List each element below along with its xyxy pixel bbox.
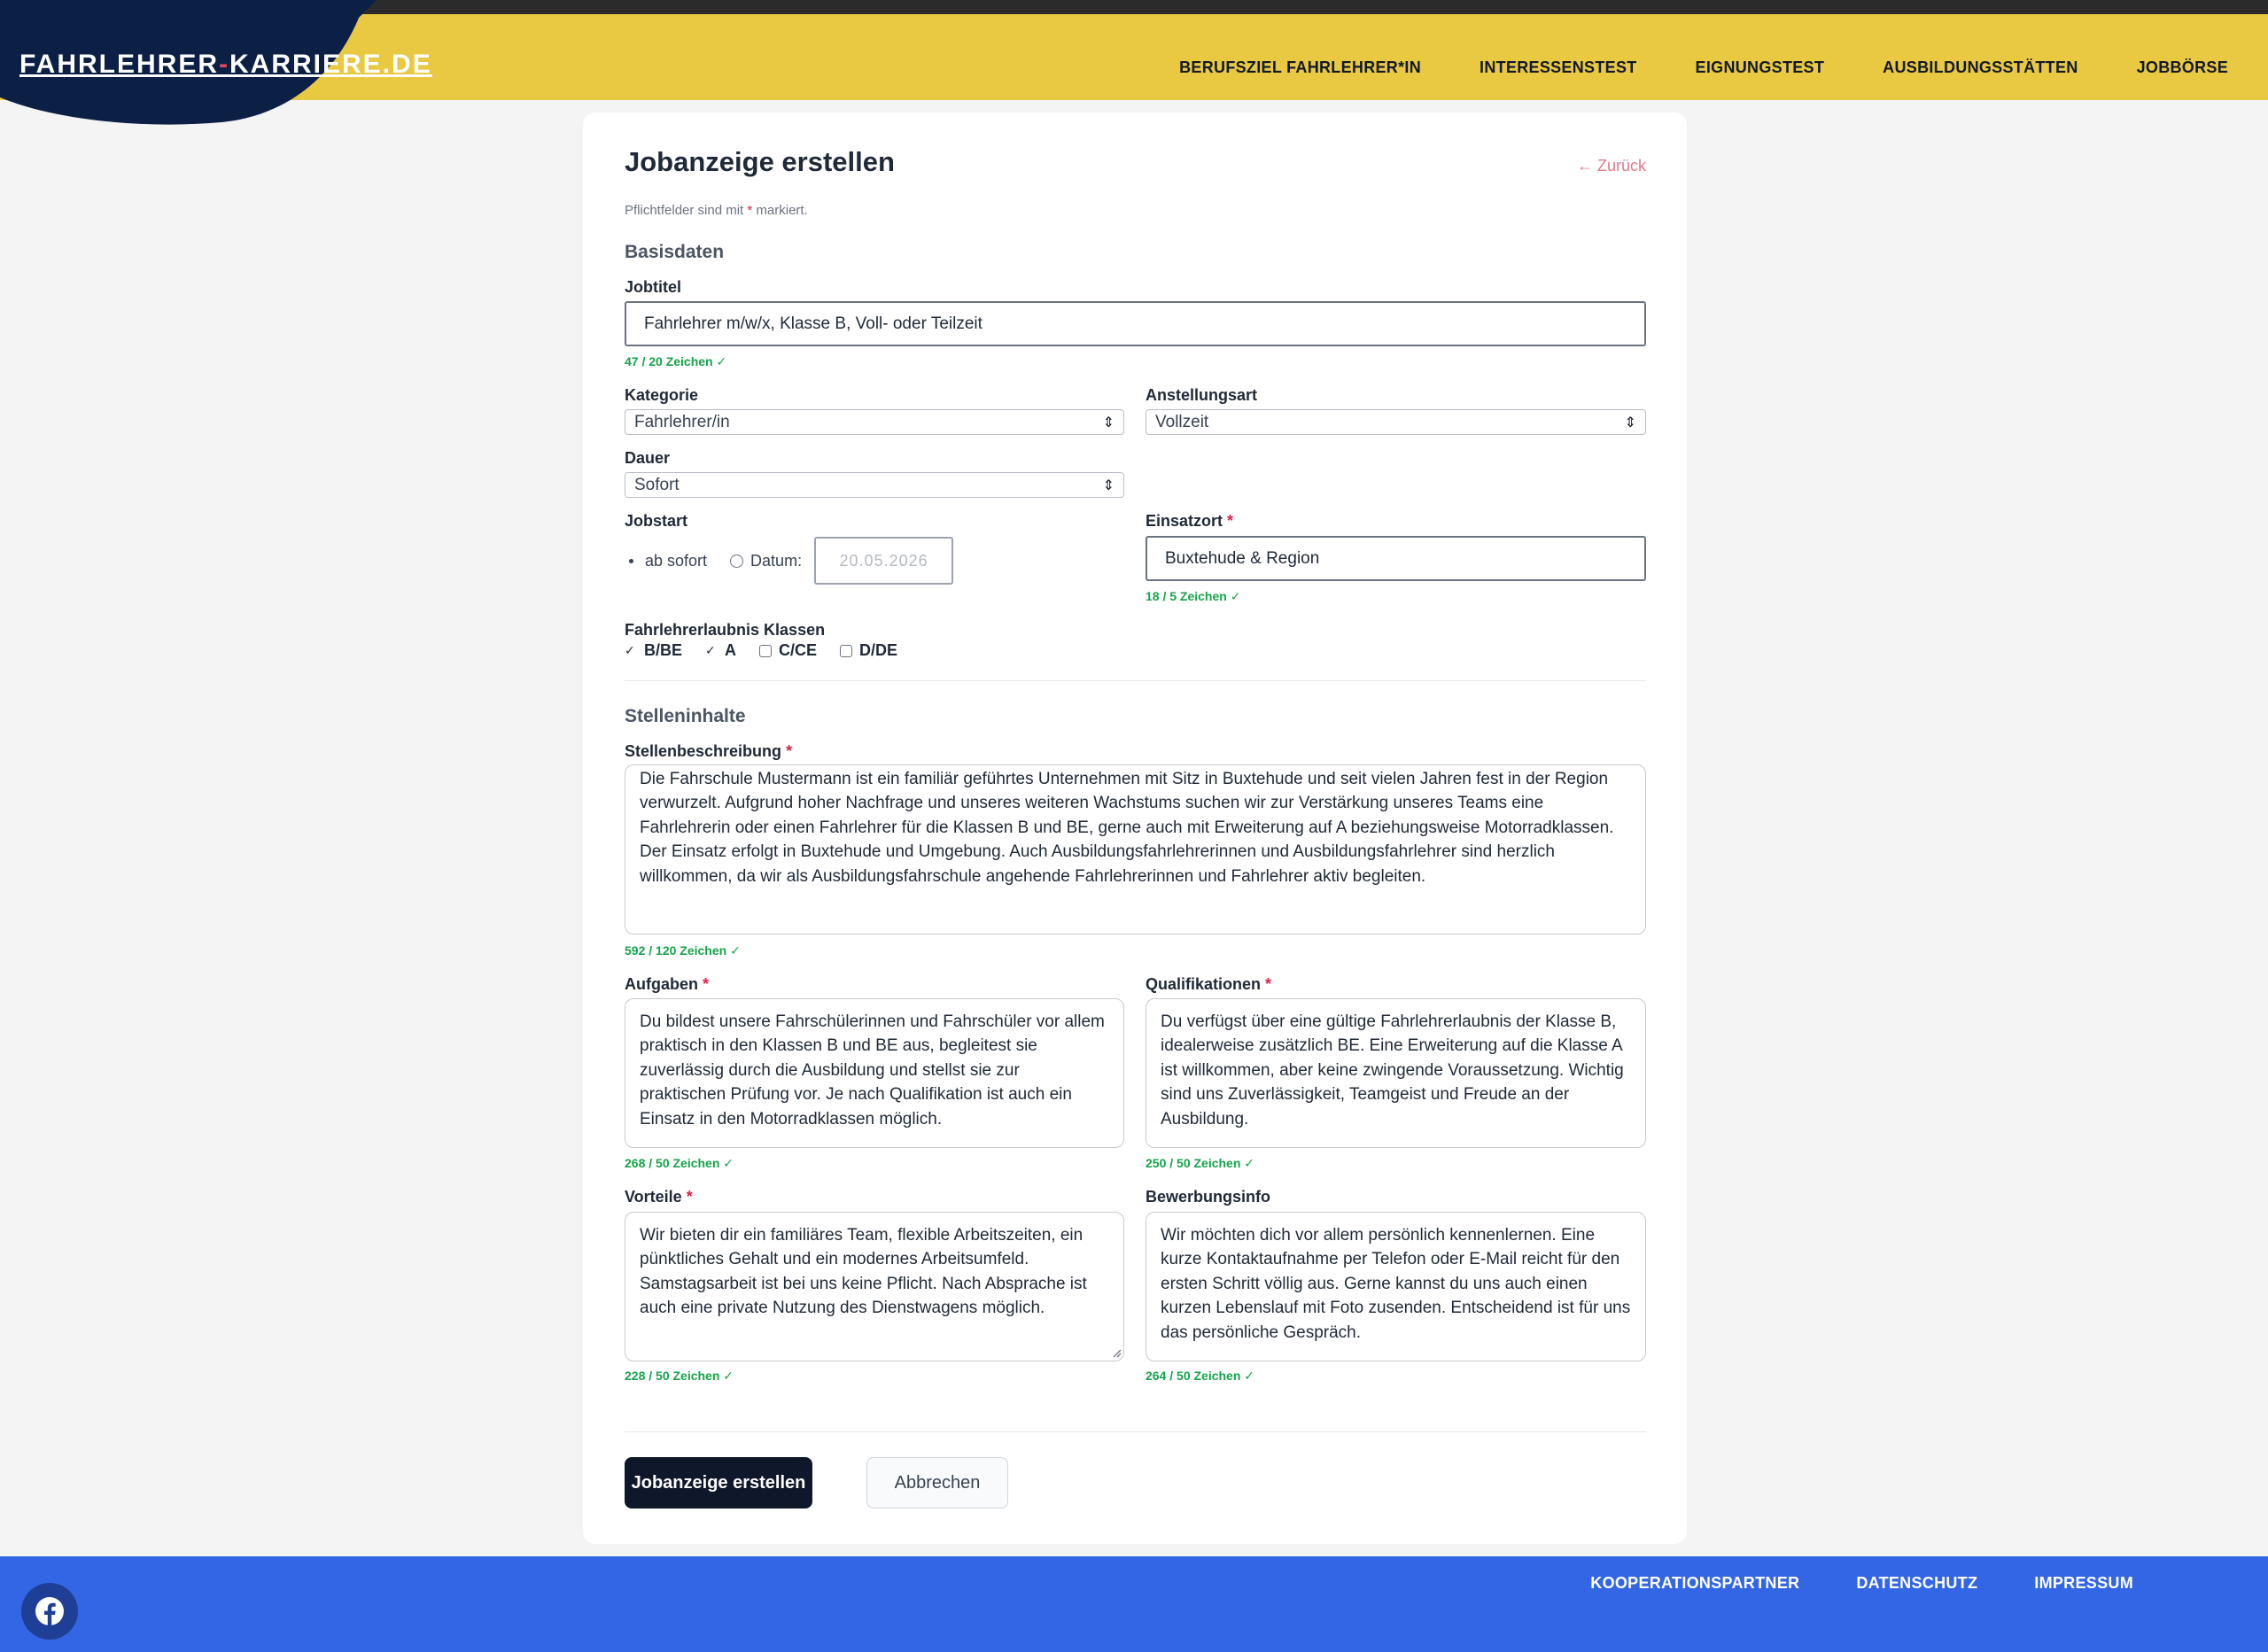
required-star: * bbox=[703, 975, 710, 993]
einsatzort-input[interactable] bbox=[1146, 536, 1646, 581]
radio-ab-sofort[interactable] bbox=[625, 555, 638, 568]
aufgaben-label: Aufgaben * bbox=[625, 975, 709, 994]
dauer-label: Dauer bbox=[625, 449, 671, 467]
qualifikationen-label-text: Qualifikationen bbox=[1146, 975, 1262, 993]
nav-eignungstest[interactable]: EIGNUNGSTEST bbox=[1696, 58, 1825, 77]
required-note-prefix: Pflichtfelder sind mit bbox=[625, 203, 744, 218]
site-footer: KOOPERATIONSPARTNER DATENSCHUTZ IMPRESSU… bbox=[0, 1556, 2268, 1652]
licenses-label: Fahrlehrerlaubnis Klassen bbox=[625, 621, 826, 639]
nav-berufsziel[interactable]: BERUFSZIEL FAHRLEHRER*IN bbox=[1179, 58, 1421, 77]
bewerbungsinfo-count: 264 / 50 Zeichen ✓ bbox=[1146, 1369, 1255, 1383]
qualifikationen-label: Qualifikationen * bbox=[1146, 975, 1271, 994]
license-bbe-checkbox[interactable]: ✓ B/BE bbox=[625, 641, 682, 660]
vorteile-textarea[interactable]: Wir bieten dir ein familiäres Team, flex… bbox=[625, 1212, 1124, 1361]
section-basisdaten: Basisdaten bbox=[625, 242, 725, 262]
resize-handle-icon[interactable] bbox=[1111, 1347, 1122, 1358]
anstellungsart-select[interactable]: Vollzeit ⇕ bbox=[1146, 409, 1646, 435]
license-dde-checkbox[interactable]: D/DE bbox=[840, 641, 897, 660]
site-header: FAHRLEHRER-KARRIERE.DE BERUFSZIEL FAHRLE… bbox=[0, 0, 2268, 125]
vorteile-label-text: Vorteile bbox=[625, 1188, 682, 1206]
required-star: * bbox=[786, 742, 793, 760]
radio-datum[interactable] bbox=[730, 554, 744, 568]
jobstart-options: ab sofort Datum: 20.05.2026 bbox=[625, 536, 954, 586]
einsatzort-count: 18 / 5 Zeichen ✓ bbox=[1146, 589, 1241, 603]
stellenbeschreibung-textarea[interactable]: Die Fahrschule Mustermann ist ein famili… bbox=[625, 764, 1646, 935]
back-link[interactable]: ← Zurück bbox=[1577, 157, 1646, 175]
dauer-value: Sofort bbox=[634, 475, 680, 494]
required-star: * bbox=[1227, 512, 1234, 530]
nav-jobboerse[interactable]: JOBBÖRSE bbox=[2137, 58, 2228, 77]
kategorie-label: Kategorie bbox=[625, 386, 699, 404]
job-form-card: Jobanzeige erstellen ← Zurück Pflichtfel… bbox=[583, 112, 1687, 1544]
anstellungsart-label: Anstellungsart bbox=[1146, 386, 1258, 404]
dauer-select[interactable]: Sofort ⇕ bbox=[625, 472, 1124, 498]
einsatzort-label: Einsatzort * bbox=[1146, 512, 1233, 531]
required-note-suffix: markiert. bbox=[756, 203, 808, 218]
license-a-label: A bbox=[725, 641, 737, 659]
license-bbe-label: B/BE bbox=[644, 641, 683, 659]
bewerbungsinfo-textarea[interactable]: Wir möchten dich vor allem persönlich ke… bbox=[1146, 1212, 1646, 1361]
license-a-checkbox[interactable]: ✓ A bbox=[705, 641, 736, 660]
stellenbeschreibung-count: 592 / 120 Zeichen ✓ bbox=[625, 943, 741, 958]
licenses-checkboxes: ✓ B/BE ✓ A C/CE D/DE bbox=[625, 641, 920, 660]
select-updown-icon: ⇕ bbox=[1102, 415, 1115, 430]
required-star: * bbox=[686, 1188, 693, 1206]
logo-main-text: FAHRLEHRER bbox=[19, 50, 220, 79]
logo-end-text: KARRIERE.DE bbox=[229, 50, 432, 79]
nav-interessenstest[interactable]: INTERESSENSTEST bbox=[1480, 58, 1637, 77]
facebook-link[interactable] bbox=[21, 1583, 78, 1640]
vorteile-count: 228 / 50 Zeichen ✓ bbox=[625, 1369, 734, 1383]
footer-link-datenschutz[interactable]: DATENSCHUTZ bbox=[1856, 1574, 1977, 1593]
jobtitel-label: Jobtitel bbox=[625, 278, 682, 296]
jobstart-label: Jobstart bbox=[625, 512, 688, 530]
bewerbungsinfo-label: Bewerbungsinfo bbox=[1146, 1188, 1271, 1206]
empty-checkbox-icon bbox=[840, 644, 853, 657]
qualifikationen-textarea[interactable]: Du verfügst über eine gültige Fahrlehrer… bbox=[1146, 998, 1646, 1148]
jobtitel-input[interactable] bbox=[625, 301, 1646, 346]
kategorie-value: Fahrlehrer/in bbox=[634, 412, 730, 431]
footer-link-kooperationspartner[interactable]: KOOPERATIONSPARTNER bbox=[1590, 1574, 1799, 1593]
footer-nav: KOOPERATIONSPARTNER DATENSCHUTZ IMPRESSU… bbox=[1590, 1574, 2133, 1593]
einsatzort-label-text: Einsatzort bbox=[1146, 512, 1223, 530]
page-title: Jobanzeige erstellen bbox=[625, 146, 895, 177]
stellenbeschreibung-label-text: Stellenbeschreibung bbox=[625, 742, 782, 760]
required-star: * bbox=[747, 203, 753, 218]
aufgaben-label-text: Aufgaben bbox=[625, 975, 698, 993]
cancel-button[interactable]: Abbrechen bbox=[866, 1457, 1008, 1509]
facebook-icon bbox=[35, 1597, 64, 1625]
site-logo[interactable]: FAHRLEHRER-KARRIERE.DE bbox=[19, 50, 432, 80]
qualifikationen-count: 250 / 50 Zeichen ✓ bbox=[1146, 1156, 1255, 1170]
footer-link-impressum[interactable]: IMPRESSUM bbox=[2034, 1574, 2133, 1593]
license-dde-label: D/DE bbox=[859, 641, 898, 659]
required-star: * bbox=[1265, 975, 1272, 993]
check-icon: ✓ bbox=[705, 643, 716, 657]
logo-separator: - bbox=[219, 50, 230, 79]
submit-button[interactable]: Jobanzeige erstellen bbox=[625, 1457, 812, 1509]
required-note: Pflichtfelder sind mit * markiert. bbox=[625, 203, 808, 218]
license-cce-checkbox[interactable]: C/CE bbox=[759, 641, 817, 660]
check-icon: ✓ bbox=[625, 643, 635, 657]
license-cce-label: C/CE bbox=[779, 641, 818, 659]
stellenbeschreibung-label: Stellenbeschreibung * bbox=[625, 742, 792, 761]
nav-ausbildungsstaetten[interactable]: AUSBILDUNGSSTÄTTEN bbox=[1883, 58, 2078, 77]
jobtitel-count: 47 / 20 Zeichen ✓ bbox=[625, 354, 727, 368]
radio-datum-label: Datum: bbox=[750, 551, 803, 570]
anstellungsart-value: Vollzeit bbox=[1155, 412, 1209, 431]
radio-ab-sofort-label: ab sofort bbox=[645, 551, 708, 570]
section-stelleninhalte: Stelleninhalte bbox=[625, 706, 746, 726]
aufgaben-count: 268 / 50 Zeichen ✓ bbox=[625, 1156, 734, 1170]
empty-checkbox-icon bbox=[759, 644, 773, 657]
select-updown-icon: ⇕ bbox=[1102, 477, 1115, 493]
jobstart-date-input[interactable]: 20.05.2026 bbox=[814, 537, 954, 585]
aufgaben-textarea[interactable]: Du bildest unsere Fahrschülerinnen und F… bbox=[625, 998, 1124, 1148]
kategorie-select[interactable]: Fahrlehrer/in ⇕ bbox=[625, 409, 1124, 435]
actions-divider bbox=[625, 1431, 1646, 1432]
vorteile-label: Vorteile * bbox=[625, 1188, 693, 1206]
main-nav: BERUFSZIEL FAHRLEHRER*IN INTERESSENSTEST… bbox=[1179, 58, 2228, 77]
select-updown-icon: ⇕ bbox=[1624, 415, 1636, 430]
section-divider bbox=[625, 680, 1646, 681]
